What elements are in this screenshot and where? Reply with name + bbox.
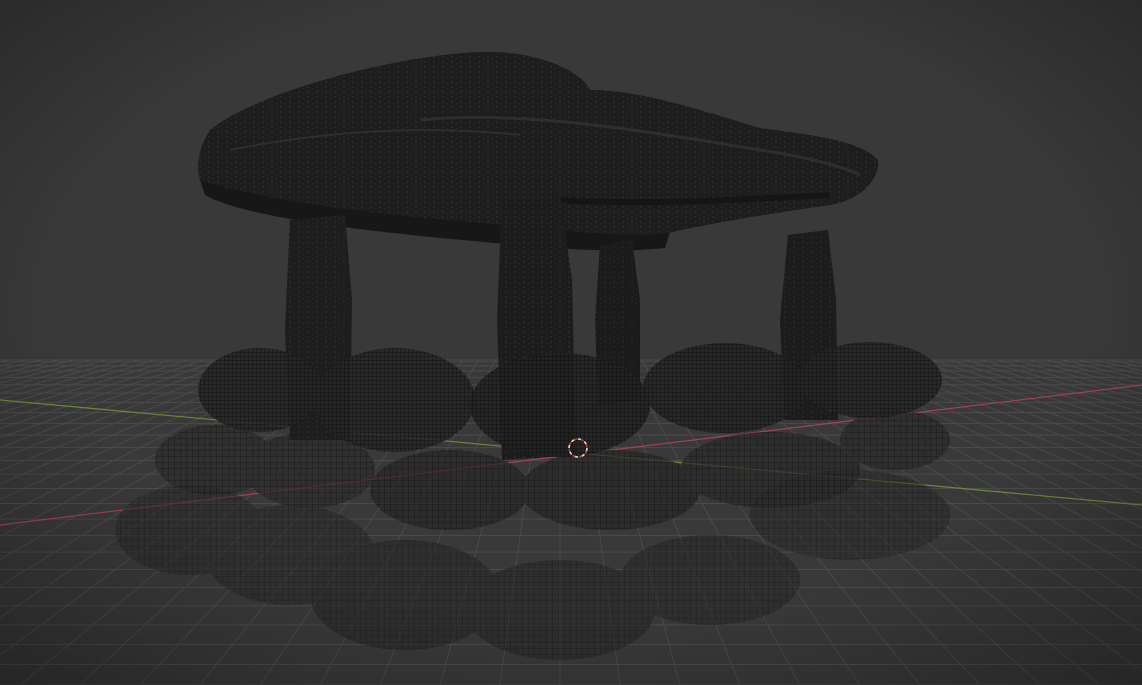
viewport-vignette — [0, 0, 1142, 685]
3d-viewport[interactable] — [0, 0, 1142, 685]
viewport-canvas[interactable] — [0, 0, 1142, 685]
